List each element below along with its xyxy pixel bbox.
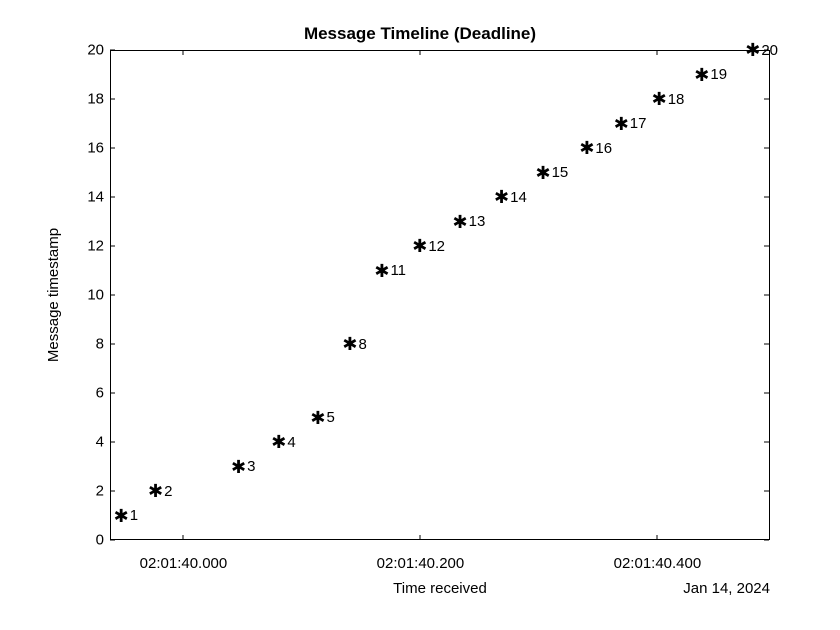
y-tick-mark [110, 491, 115, 492]
x-axis-date: Jan 14, 2024 [683, 580, 770, 597]
data-point-label: 3 [247, 458, 255, 475]
y-tick-mark [764, 442, 769, 443]
y-tick-label: 4 [44, 434, 104, 451]
data-point: ✱15 [535, 164, 568, 182]
data-point: ✱13 [453, 213, 486, 231]
data-point: ✱19 [694, 66, 727, 84]
y-tick-mark [110, 99, 115, 100]
data-point: ✱20 [745, 41, 778, 59]
y-tick-label: 20 [44, 42, 104, 59]
data-point: ✱5 [310, 409, 334, 427]
y-tick-mark [764, 393, 769, 394]
data-point-label: 2 [164, 483, 172, 500]
x-tick-mark [657, 50, 658, 55]
asterisk-marker-icon: ✱ [494, 188, 509, 206]
x-axis-label: Time received [110, 580, 770, 597]
asterisk-marker-icon: ✱ [652, 90, 667, 108]
data-point-label: 13 [469, 213, 486, 230]
x-tick-mark [420, 535, 421, 540]
data-point: ✱17 [614, 115, 647, 133]
y-tick-mark [110, 295, 115, 296]
y-tick-mark [764, 246, 769, 247]
x-tick-label: 02:01:40.200 [377, 555, 465, 572]
y-tick-label: 6 [44, 385, 104, 402]
y-tick-label: 10 [44, 287, 104, 304]
y-tick-mark [110, 442, 115, 443]
y-tick-label: 2 [44, 483, 104, 500]
data-point-label: 19 [710, 66, 727, 83]
y-tick-label: 12 [44, 238, 104, 255]
y-tick-mark [764, 148, 769, 149]
data-point-label: 11 [390, 262, 406, 279]
y-tick-mark [764, 295, 769, 296]
data-point-label: 8 [358, 336, 366, 353]
data-point-label: 18 [668, 91, 685, 108]
x-tick-label: 02:01:40.400 [614, 555, 702, 572]
x-tick-mark [657, 535, 658, 540]
data-point-label: 15 [552, 164, 569, 181]
y-tick-mark [764, 540, 769, 541]
asterisk-marker-icon: ✱ [614, 115, 629, 133]
data-point: ✱18 [652, 90, 685, 108]
x-tick-mark [420, 50, 421, 55]
y-tick-mark [110, 393, 115, 394]
data-point-label: 4 [287, 434, 295, 451]
data-point: ✱2 [148, 482, 172, 500]
y-tick-mark [110, 540, 115, 541]
data-point-label: 12 [428, 238, 445, 255]
data-point-label: 14 [510, 189, 527, 206]
y-tick-label: 14 [44, 189, 104, 206]
data-point-label: 17 [630, 115, 647, 132]
y-tick-mark [764, 99, 769, 100]
y-tick-mark [110, 197, 115, 198]
data-point-label: 20 [761, 42, 778, 59]
y-tick-label: 16 [44, 140, 104, 157]
axes [110, 50, 770, 540]
y-tick-mark [110, 344, 115, 345]
y-tick-label: 8 [44, 336, 104, 353]
data-point: ✱4 [271, 433, 295, 451]
asterisk-marker-icon: ✱ [745, 41, 760, 59]
data-point: ✱8 [342, 335, 366, 353]
asterisk-marker-icon: ✱ [310, 409, 325, 427]
data-point: ✱16 [579, 139, 612, 157]
y-tick-mark [764, 344, 769, 345]
data-point: ✱1 [114, 507, 138, 525]
asterisk-marker-icon: ✱ [342, 335, 357, 353]
x-tick-mark [183, 50, 184, 55]
asterisk-marker-icon: ✱ [579, 139, 594, 157]
y-tick-label: 18 [44, 91, 104, 108]
data-point-label: 16 [595, 140, 612, 157]
asterisk-marker-icon: ✱ [535, 164, 550, 182]
asterisk-marker-icon: ✱ [271, 433, 286, 451]
data-point: ✱14 [494, 188, 527, 206]
y-tick-mark [110, 50, 115, 51]
x-tick-label: 02:01:40.000 [140, 555, 228, 572]
y-tick-label: 0 [44, 532, 104, 549]
asterisk-marker-icon: ✱ [453, 213, 468, 231]
asterisk-marker-icon: ✱ [114, 507, 129, 525]
data-point: ✱12 [412, 237, 445, 255]
asterisk-marker-icon: ✱ [231, 458, 246, 476]
y-tick-mark [764, 491, 769, 492]
x-tick-mark [183, 535, 184, 540]
asterisk-marker-icon: ✱ [148, 482, 163, 500]
asterisk-marker-icon: ✱ [412, 237, 427, 255]
y-tick-mark [110, 246, 115, 247]
data-point: ✱11 [374, 262, 406, 280]
asterisk-marker-icon: ✱ [694, 66, 709, 84]
data-point-label: 1 [130, 507, 138, 524]
y-tick-mark [110, 148, 115, 149]
asterisk-marker-icon: ✱ [374, 262, 389, 280]
y-tick-mark [764, 197, 769, 198]
figure: Message Timeline (Deadline) Message time… [0, 0, 840, 630]
chart-title: Message Timeline (Deadline) [0, 24, 840, 44]
data-point-label: 5 [326, 409, 334, 426]
data-point: ✱3 [231, 458, 255, 476]
